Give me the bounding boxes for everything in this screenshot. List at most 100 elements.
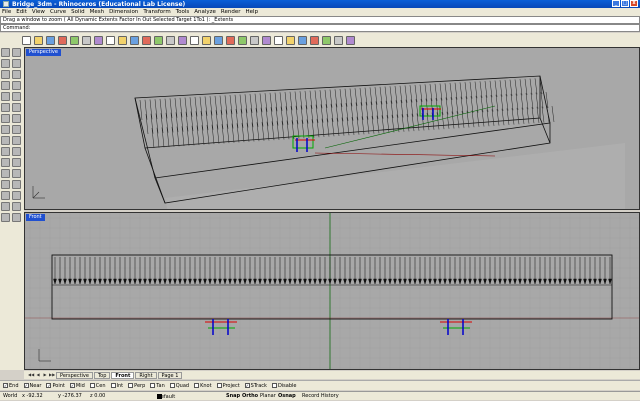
tab-perspective[interactable]: Perspective [56,371,93,379]
cut-icon[interactable] [70,35,79,45]
surface-icon[interactable] [1,103,10,112]
osnap-end[interactable]: ✓ End [3,383,19,389]
text-icon[interactable] [1,213,10,222]
zoom-dynamic-icon[interactable] [190,35,199,45]
osnap-checkbox[interactable]: ✓ [23,383,29,388]
join-icon[interactable] [12,158,21,167]
osnap-mid[interactable]: ✓ Mid [69,383,85,389]
explode-icon[interactable] [1,169,10,178]
maximize-button[interactable]: □ [621,0,629,7]
osnap-tan[interactable]: Tan [150,383,165,389]
menu-transform[interactable]: Transform [143,9,170,15]
point-icon[interactable] [1,48,10,57]
tab-page-1[interactable]: Page 1 [157,371,183,379]
mesh-icon[interactable] [12,125,21,134]
tab-next-icon[interactable]: ▶ [42,372,48,378]
ellipse-icon[interactable] [12,70,21,79]
lights-icon[interactable] [274,35,283,45]
rotate-icon[interactable] [1,191,10,200]
menu-dimension[interactable]: Dimension [109,9,138,15]
curve-icon[interactable] [1,92,10,101]
scale-icon[interactable] [12,191,21,200]
material-icon[interactable] [298,35,307,45]
copy-obj-icon[interactable] [12,180,21,189]
osnap-checkbox[interactable] [194,383,200,388]
open-icon[interactable] [34,35,43,45]
pan-icon[interactable] [130,35,139,45]
viewport-title-perspective[interactable]: Perspective [26,49,61,56]
zoom-all-icon[interactable] [202,35,211,45]
osnap-quad[interactable]: Quad [169,383,189,389]
osnap-checkbox[interactable]: ✓ [46,383,52,388]
render-icon[interactable] [286,35,295,45]
osnap-int[interactable]: Int [110,383,123,389]
split-icon[interactable] [1,158,10,167]
arc-icon[interactable] [1,70,10,79]
status-ortho[interactable]: Ortho [242,393,258,400]
select-icon[interactable] [214,35,223,45]
tab-front[interactable]: Front [111,371,135,379]
circle-icon[interactable] [12,59,21,68]
offset-icon[interactable] [1,147,10,156]
menu-mesh[interactable]: Mesh [90,9,104,15]
menu-tools[interactable]: Tools [176,9,190,15]
menu-file[interactable]: File [2,9,11,15]
undo-icon[interactable] [106,35,115,45]
osnap-checkbox[interactable]: ✓ [3,383,8,388]
tab-first-icon[interactable]: ◀◀ [28,372,34,378]
minimize-button[interactable]: _ [612,0,620,7]
osnap-checkbox[interactable] [216,383,222,388]
rectangle-icon[interactable] [1,81,10,90]
osnap-checkbox[interactable]: ✓ [69,383,75,388]
sphere-solid-icon[interactable] [1,125,10,134]
globe-icon[interactable] [322,35,331,45]
grid-icon[interactable] [226,35,235,45]
box-icon[interactable] [1,114,10,123]
osnap-checkbox[interactable] [271,383,277,388]
status-osnap[interactable]: Osnap [278,393,296,400]
osnap-project[interactable]: Project [216,383,240,389]
osnap-checkbox[interactable] [128,383,134,388]
print-icon[interactable] [58,35,67,45]
line-icon[interactable] [1,59,10,68]
dimension-icon[interactable] [12,213,21,222]
paste-icon[interactable] [94,35,103,45]
extrude-icon[interactable] [12,103,21,112]
chamfer-icon[interactable] [12,136,21,145]
osnap-point[interactable]: ✓ Point [46,383,65,389]
fillet-icon[interactable] [1,136,10,145]
front-viewport[interactable]: Front [24,212,640,370]
tab-right[interactable]: Right [135,371,157,379]
menu-render[interactable]: Render [221,9,241,15]
zoom-extents-icon[interactable] [166,35,175,45]
menu-curve[interactable]: Curve [50,9,66,15]
close-button[interactable]: x [630,0,638,7]
polygon-icon[interactable] [12,81,21,90]
perspective-viewport[interactable]: Perspective [24,47,640,210]
new-file-icon[interactable] [22,35,31,45]
options-icon[interactable] [334,35,343,45]
freeform-icon[interactable] [12,92,21,101]
help-icon[interactable] [346,35,355,45]
status-planar[interactable]: Planar [260,393,276,400]
osnap-disable[interactable]: Disable [271,383,297,389]
properties-icon[interactable] [250,35,259,45]
osnap-checkbox[interactable] [169,383,175,388]
osnap-near[interactable]: ✓ Near [23,383,41,389]
layers-icon[interactable] [238,35,247,45]
polyline-icon[interactable] [12,48,21,57]
save-icon[interactable] [46,35,55,45]
status-record-history[interactable]: Record History [302,393,339,400]
viewport-title-front[interactable]: Front [26,214,45,221]
tab-prev-icon[interactable]: ◀ [35,372,41,378]
tab-top[interactable]: Top [93,371,111,379]
move-icon[interactable] [1,180,10,189]
group-icon[interactable] [12,169,21,178]
redo-icon[interactable] [118,35,127,45]
status-snap[interactable]: Snap [226,393,240,400]
menu-help[interactable]: Help [246,9,259,15]
zoom-selected-icon[interactable] [178,35,187,45]
menu-analyze[interactable]: Analyze [194,9,216,15]
cylinder-icon[interactable] [12,114,21,123]
rotate-view-icon[interactable] [142,35,151,45]
